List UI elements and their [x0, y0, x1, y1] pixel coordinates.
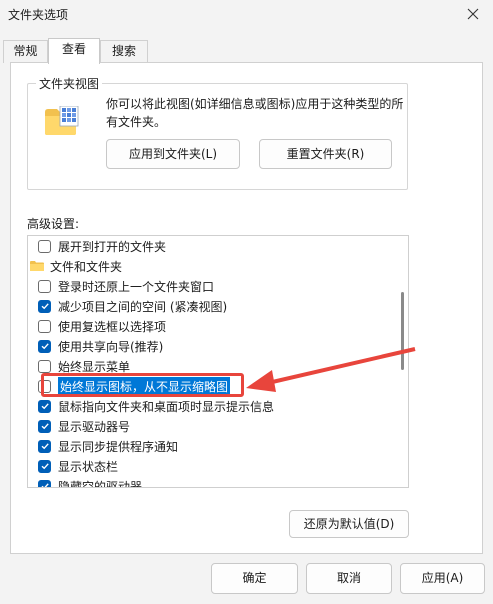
- apply-to-folders-button[interactable]: 应用到文件夹(L): [106, 139, 240, 169]
- checkbox[interactable]: [38, 239, 51, 253]
- tab-search[interactable]: 搜索: [100, 40, 148, 63]
- list-item[interactable]: 隐藏空的驱动器: [38, 476, 406, 488]
- folder-icon: [30, 261, 44, 271]
- list-item-label: 使用共享向导(推荐): [58, 339, 164, 354]
- reset-folders-button[interactable]: 重置文件夹(R): [259, 139, 392, 169]
- checkbox[interactable]: [38, 439, 51, 453]
- checkmark-icon: [41, 343, 49, 350]
- list-item[interactable]: 减少项目之间的空间 (紧凑视图): [38, 296, 406, 316]
- list-item-selected[interactable]: 始终显示图标，从不显示缩略图: [38, 376, 406, 396]
- apply-button[interactable]: 应用(A): [400, 563, 485, 594]
- checkbox[interactable]: [38, 339, 51, 353]
- list-item-label: 始终显示图标，从不显示缩略图: [58, 376, 231, 396]
- checkbox[interactable]: [38, 399, 51, 413]
- list-item[interactable]: 使用共享向导(推荐): [38, 336, 406, 356]
- advanced-settings-label: 高级设置:: [27, 217, 80, 231]
- list-item-label: 显示驱动器号: [58, 419, 131, 434]
- checkbox[interactable]: [38, 319, 51, 333]
- title-bar: 文件夹选项: [0, 0, 493, 32]
- list-item[interactable]: 展开到打开的文件夹: [38, 236, 406, 256]
- category-item: 文件和文件夹: [30, 256, 398, 276]
- list-item-label: 显示状态栏: [58, 459, 119, 474]
- checkbox[interactable]: [38, 279, 51, 293]
- list-item-label: 始终显示菜单: [58, 359, 131, 374]
- window-title: 文件夹选项: [8, 8, 69, 22]
- cancel-button[interactable]: 取消: [306, 563, 392, 594]
- checkbox[interactable]: [38, 359, 51, 373]
- checkmark-icon: [41, 463, 49, 470]
- list-item-label: 隐藏空的驱动器: [58, 479, 143, 488]
- list-item[interactable]: 使用复选框以选择项: [38, 316, 406, 336]
- tab-view[interactable]: 查看: [48, 38, 100, 64]
- list-item[interactable]: 显示驱动器号: [38, 416, 406, 436]
- list-item-label: 鼠标指向文件夹和桌面项时显示提示信息: [58, 399, 275, 414]
- checkbox[interactable]: [38, 479, 51, 487]
- restore-defaults-button[interactable]: 还原为默认值(D): [289, 510, 409, 538]
- category-label: 文件和文件夹: [50, 259, 123, 274]
- checkmark-icon: [41, 483, 49, 487]
- list-item-label: 显示同步提供程序通知: [58, 439, 179, 454]
- list-item-label: 减少项目之间的空间 (紧凑视图): [58, 299, 228, 314]
- list-item[interactable]: 始终显示菜单: [38, 356, 406, 376]
- scrollbar[interactable]: [398, 236, 408, 487]
- checkmark-icon: [41, 443, 49, 450]
- checkmark-icon: [41, 403, 49, 410]
- tab-general[interactable]: 常规: [3, 40, 48, 63]
- list-item[interactable]: 鼠标指向文件夹和桌面项时显示提示信息: [38, 396, 406, 416]
- close-icon: [467, 8, 479, 20]
- folder-view-title: 文件夹视图: [36, 75, 103, 92]
- advanced-settings-list[interactable]: 展开到打开的文件夹 文件和文件夹 登录时还原上一个文件夹窗口 减少项目之间的空间…: [27, 235, 409, 488]
- close-button[interactable]: [459, 2, 487, 26]
- checkbox[interactable]: [38, 459, 51, 473]
- checkbox[interactable]: [38, 379, 51, 393]
- ok-button[interactable]: 确定: [211, 563, 298, 594]
- folder-view-icon: [45, 106, 79, 135]
- checkmark-icon: [41, 423, 49, 430]
- list-item-label: 使用复选框以选择项: [58, 319, 167, 334]
- list-item-label: 展开到打开的文件夹: [58, 239, 167, 254]
- list-item[interactable]: 登录时还原上一个文件夹窗口: [38, 276, 406, 296]
- checkmark-icon: [41, 303, 49, 310]
- checkbox[interactable]: [38, 419, 51, 433]
- list-item[interactable]: 显示同步提供程序通知: [38, 436, 406, 456]
- checkbox[interactable]: [38, 299, 51, 313]
- folder-view-description: 你可以将此视图(如详细信息或图标)应用于这种类型的所有文件夹。: [106, 97, 404, 129]
- list-item[interactable]: 显示状态栏: [38, 456, 406, 476]
- scrollbar-thumb[interactable]: [401, 292, 404, 370]
- list-item-label: 登录时还原上一个文件夹窗口: [58, 279, 215, 294]
